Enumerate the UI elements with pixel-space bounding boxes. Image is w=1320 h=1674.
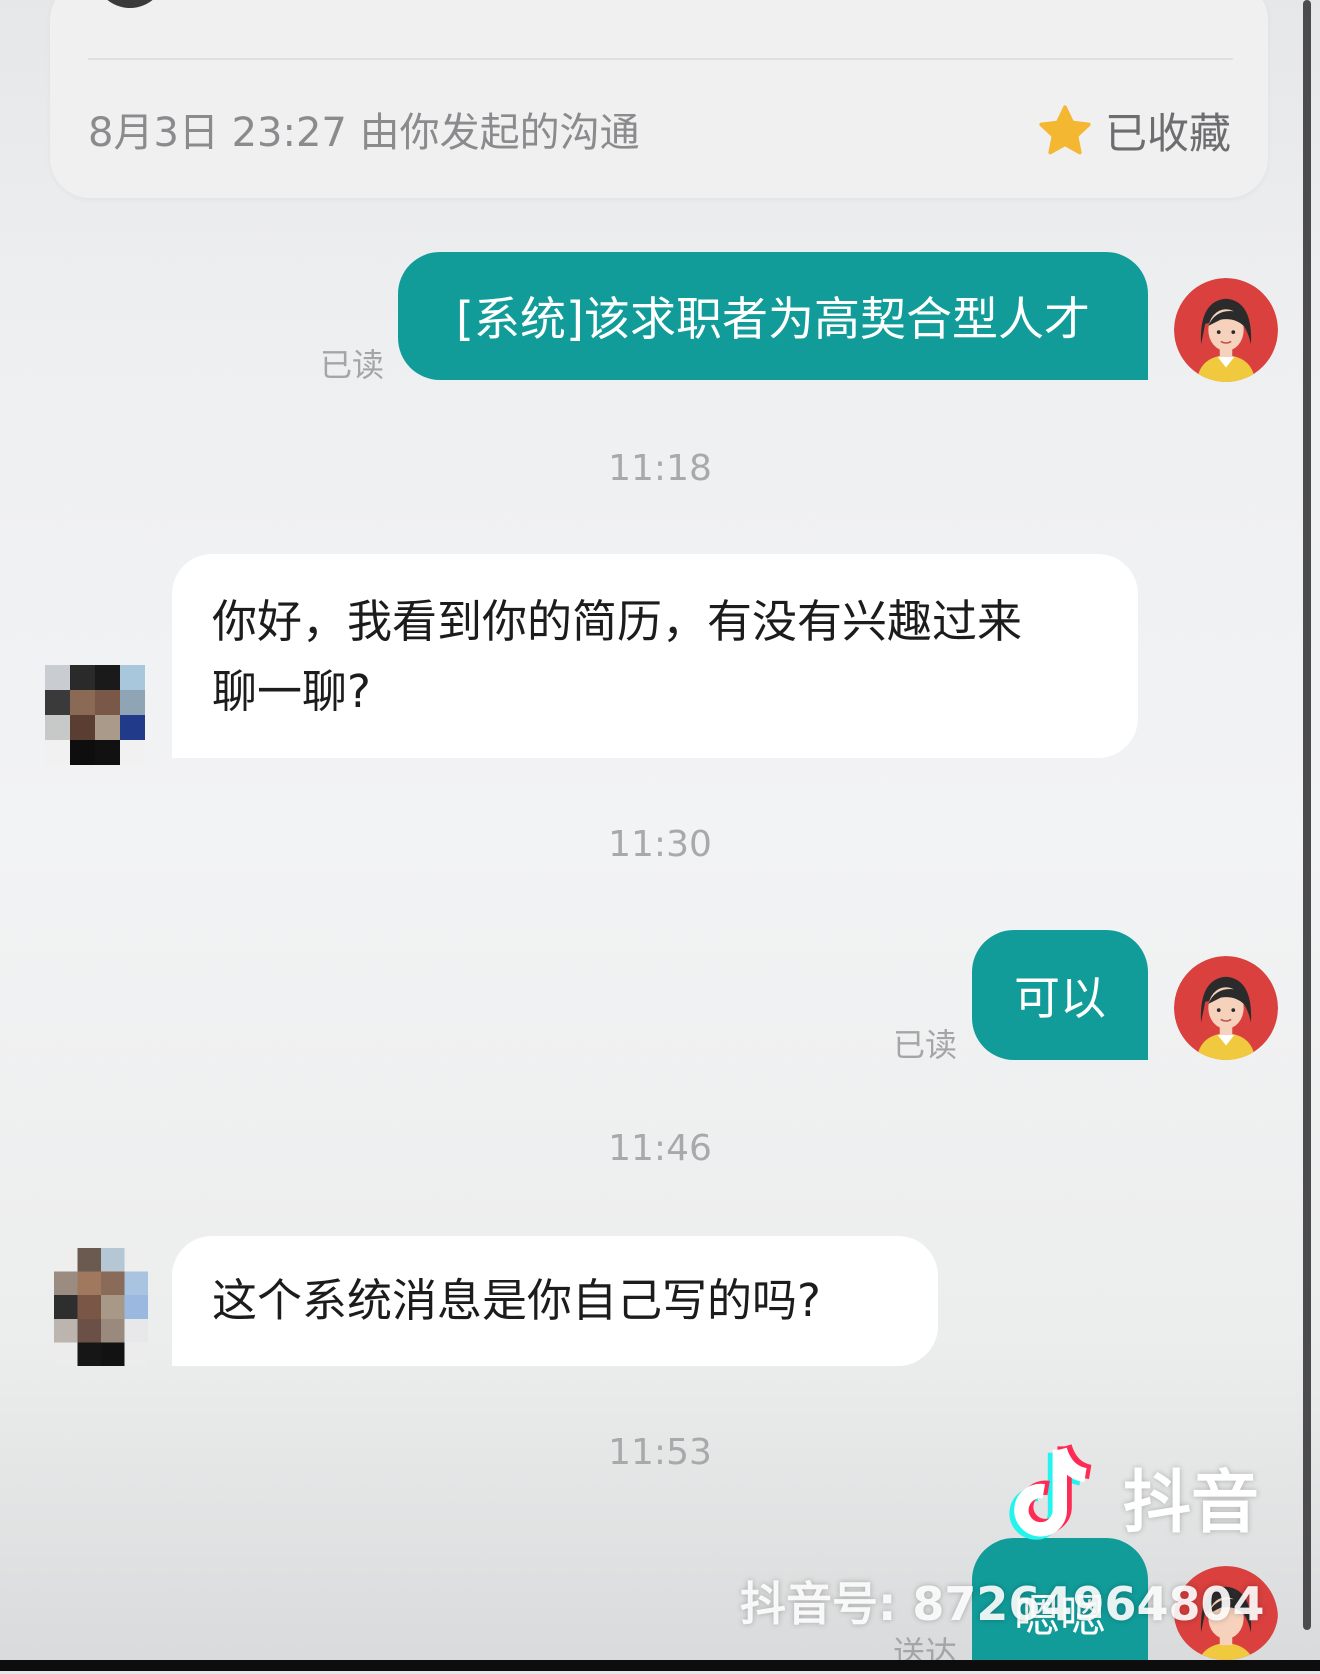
watermark-account-id: 抖音号: 87264964804 — [740, 1577, 1265, 1631]
timestamp: 11:46 — [608, 1128, 712, 1169]
timestamp: 11:18 — [608, 448, 712, 489]
message-text: 这个系统消息是你自己写的吗? — [212, 1274, 821, 1327]
conversation-info: 8月3日 23:27 由你发起的沟通 — [88, 110, 640, 156]
message-bubble-incoming[interactable]: 这个系统消息是你自己写的吗? — [172, 1236, 938, 1366]
message-text: 可以 — [1014, 971, 1106, 1025]
read-status: 已读 — [893, 1026, 958, 1064]
divider — [88, 58, 1233, 60]
douyin-watermark: 抖音 — [1005, 1440, 1259, 1552]
bottom-edge — [0, 1660, 1320, 1671]
star-icon — [1039, 104, 1091, 154]
contact-avatar-pixelated[interactable] — [40, 665, 150, 765]
message-text-line-2: 聊一聊? — [212, 665, 371, 718]
message-bubble-outgoing[interactable]: [系统]该求职者为高契合型人才 — [398, 252, 1148, 380]
message-text: [系统]该求职者为高契合型人才 — [456, 292, 1090, 346]
tiktok-note-icon — [1009, 1444, 1092, 1540]
timestamp: 11:30 — [608, 824, 712, 865]
message-bubble-outgoing[interactable]: 可以 — [972, 930, 1148, 1060]
my-avatar[interactable] — [1174, 956, 1278, 1060]
read-status: 已读 — [320, 346, 385, 384]
contact-avatar-pixelated[interactable] — [52, 1248, 150, 1366]
favorite-label: 已收藏 — [1105, 109, 1232, 158]
scrollbar[interactable] — [1303, 0, 1311, 1630]
favorite-button[interactable]: 已收藏 — [1035, 100, 1231, 161]
message-bubble-incoming[interactable]: 你好，我看到你的简历，有没有兴趣过来 聊一聊? — [172, 554, 1138, 758]
chat-header-card — [50, 0, 1268, 198]
message-text-line-1: 你好，我看到你的简历，有没有兴趣过来 — [212, 595, 1023, 648]
my-avatar[interactable] — [1174, 278, 1278, 382]
watermark-brand: 抖音 — [1123, 1463, 1260, 1543]
